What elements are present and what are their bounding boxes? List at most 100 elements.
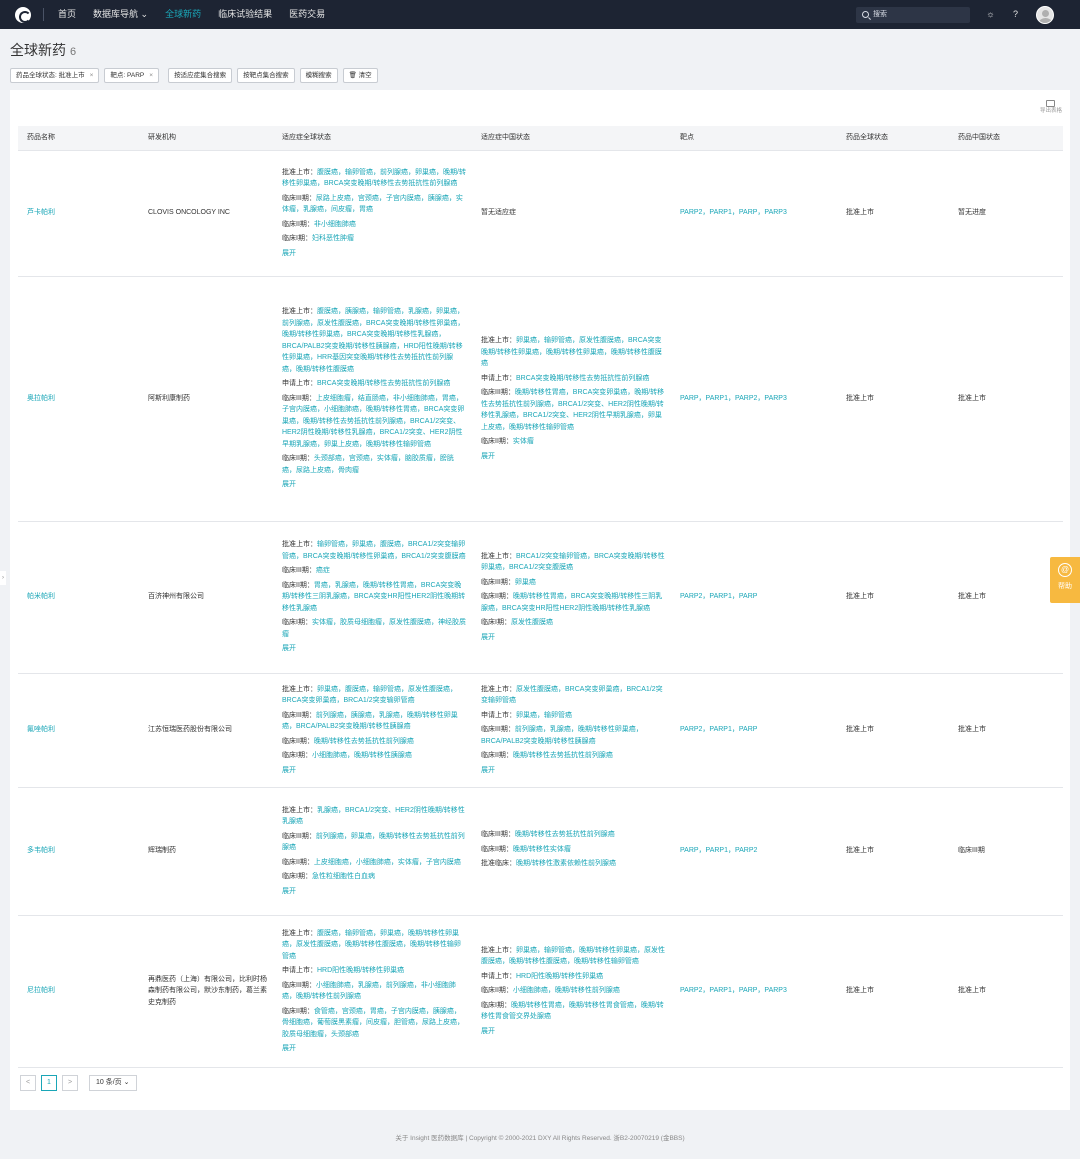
clear-button[interactable]: 🗑 清空 [342,68,378,83]
target-link[interactable]: PARP2，PARP1，PARP，PARP3 [680,209,787,216]
expand-link[interactable]: 展开 [282,886,466,898]
expand-link[interactable]: 展开 [481,1026,665,1038]
close-icon[interactable]: × [90,72,94,79]
expand-link[interactable]: 展开 [282,765,466,777]
indication-link[interactable]: 原发性腹膜癌 [511,619,553,626]
expand-link[interactable]: 展开 [481,451,665,463]
page-title: 全球新药 6 [10,42,1070,60]
indication-link[interactable]: 晚期/转移性激素依赖性前列腺癌 [516,860,616,867]
indication-link[interactable]: BRCA突变晚期/转移性去势抵抗性前列腺癌 [516,375,649,382]
status-line: 临床II期：晚期/转移性胃癌，BRCA突变晚期/转移性三阴乳腺癌，BRCA突变H… [481,591,665,614]
nav-home[interactable]: 首页 [58,9,76,21]
side-collapse-handle[interactable]: › [0,571,6,585]
status-label: 临床II期： [481,438,513,445]
search-input[interactable]: 搜索 [856,6,970,23]
global-status: 批准上市 [846,987,874,995]
filter-chip-global-status[interactable]: 药品全球状态: 批准上市 × [10,68,100,83]
status-line: 临床I期：急性粒细胞性白血病 [282,871,466,883]
export-table-button[interactable]: 导出表格 [1040,100,1062,115]
drug-name-link[interactable]: 芦卡帕利 [27,209,55,216]
indication-link[interactable]: 晚期/转移性去势抵抗性前列腺癌 [513,752,613,759]
column-header[interactable]: 适应症中国状态 [472,126,671,151]
target-link[interactable]: PARP2，PARP1，PARP [680,726,757,733]
indication-link[interactable]: 实体瘤 [513,438,534,445]
expand-link[interactable]: 展开 [282,643,466,655]
status-line: 临床II期：非小细胞肺癌 [282,219,466,231]
status-line: 批准上市：原发性腹膜癌，BRCA突变卵巢癌，BRCA1/2突变输卵管癌 [481,684,665,707]
target-link[interactable]: PARP，PARP1，PARP2，PARP3 [680,395,787,402]
search-by-indication-button[interactable]: 按适应症集合搜索 [168,68,233,83]
table-cell: CLOVIS ONCOLOGY INC [139,150,273,277]
indication-link[interactable]: 急性粒细胞性白血病 [312,873,375,880]
indication-link[interactable]: BRCA突变晚期/转移性去势抵抗性前列腺癌 [317,380,450,387]
top-navbar: 首页 数据库导航 ⌄ 全球新药 临床试验结果 医药交易 搜索 ☼ ? [0,0,1080,29]
search-by-target-button[interactable]: 按靶点集合搜索 [237,68,295,83]
target-link[interactable]: PARP2，PARP1，PARP，PARP3 [680,987,787,994]
indication-link[interactable]: HRD阳性晚期/转移性卵巢癌 [317,967,404,974]
table-cell: 批准上市：卵巢癌，输卵管癌，晚期/转移性卵巢癌，原发性腹膜癌，晚期/转移性腹膜癌… [472,915,671,1068]
indication-link[interactable]: 卵巢癌，输卵管癌 [516,712,572,719]
status-line: 批准临床：晚期/转移性激素依赖性前列腺癌 [481,858,665,870]
nav-global-drugs[interactable]: 全球新药 [165,9,201,21]
target-link[interactable]: PARP，PARP1，PARP2 [680,847,757,854]
indication-link[interactable]: 癌症 [316,567,330,574]
indication-link[interactable]: 小细胞肺癌，晚期/转移性前列腺癌 [513,987,620,994]
fuzzy-search-button[interactable]: 模糊搜索 [299,68,338,83]
expand-link[interactable]: 展开 [481,632,665,644]
app-logo-icon[interactable] [15,6,31,23]
indication-link[interactable]: 上皮细胞癌，小细胞肺癌，实体瘤，子宫内膜癌 [314,859,461,866]
status-block: 批准上市：BRCA1/2突变输卵管癌，BRCA突变晚期/转移性卵巢癌，BRCA1… [481,551,665,644]
column-header[interactable]: 研发机构 [139,126,273,151]
table-row: 帕米帕利 百济神州有限公司 批准上市：输卵管癌，卵巢癌，腹膜癌，BRCA1/2突变输… [18,521,1063,674]
table-cell: 批准上市：BRCA1/2突变输卵管癌，BRCA突变晚期/转移性卵巢癌，BRCA1… [472,521,671,674]
column-header[interactable]: 适应症全球状态 [273,126,472,151]
drug-name-link[interactable]: 尼拉帕利 [27,987,55,994]
indication-link[interactable]: 小细胞肺癌，晚期/转移性胰腺癌 [312,752,412,759]
column-header[interactable]: 药品全球状态 [837,126,949,151]
status-label: 临床III期： [481,578,515,586]
indication-link[interactable]: 上皮细胞瘤，结直肠癌，非小细胞肺癌，胃癌，子宫内膜癌，小细胞肺癌，晚期/转移性胃… [282,395,464,448]
expand-link[interactable]: 展开 [282,479,466,491]
indication-link[interactable]: 腹膜癌，胰腺癌，输卵管癌，乳腺癌，卵巢癌，前列腺癌，原发性腹膜癌，BRCA突变晚… [282,308,464,373]
status-label: 临床III期： [282,194,316,202]
column-header[interactable]: 药品名称 [18,126,139,151]
status-label: 临床II期： [481,845,513,853]
close-icon[interactable]: × [149,72,153,79]
page-number-button[interactable]: 1 [41,1075,57,1091]
table-cell: 批准上市：卵巢癌，输卵管癌，原发性腹膜癌，BRCA突变晚期/转移性卵巢癌，晚期/… [472,276,671,522]
help-button[interactable]: @ 帮助 [1050,557,1080,603]
drug-name-link[interactable]: 奥拉帕利 [27,395,55,402]
nav-pharma-deals[interactable]: 医药交易 [289,9,325,21]
nav-database[interactable]: 数据库导航 ⌄ [93,9,148,21]
indication-link[interactable]: 晚期/转移性去势抵抗性前列腺癌 [314,738,414,745]
prev-page-button[interactable]: < [20,1075,36,1091]
filter-chip-target[interactable]: 靶点: PARP × [104,68,160,83]
status-line: 批准上市：卵巢癌，输卵管癌，原发性腹膜癌，BRCA突变晚期/转移性卵巢癌，晚期/… [481,335,665,370]
expand-link[interactable]: 展开 [282,1043,466,1055]
page-size-select[interactable]: 10 条/页 ⌄ [89,1075,137,1091]
table-cell: 暂无进度 [949,150,1063,277]
drug-name-link[interactable]: 多韦帕利 [27,847,55,854]
status-block: 批准上市：输卵管癌，卵巢癌，腹膜癌，BRCA1/2突变输卵管癌，BRCA突变晚期… [282,539,466,655]
avatar[interactable] [1036,5,1054,24]
column-header[interactable]: 药品中国状态 [949,126,1063,151]
help-circle-icon[interactable]: ? [1011,10,1020,19]
column-header[interactable]: 靶点 [671,126,837,151]
indication-link[interactable]: 妇科恶性肿瘤 [312,235,354,242]
target-link[interactable]: PARP2，PARP1，PARP [680,593,757,600]
drug-name-link[interactable]: 帕米帕利 [27,593,55,600]
lightbulb-icon[interactable]: ☼ [986,10,995,19]
nav-clinical-results[interactable]: 临床试验结果 [218,9,272,21]
developer-org: 江苏恒瑞医药股份有限公司 [148,726,232,734]
indication-link[interactable]: 晚期/转移性去势抵抗性前列腺癌 [515,831,615,838]
indication-link[interactable]: HRD阳性晚期/转移性卵巢癌 [516,973,603,980]
expand-link[interactable]: 展开 [282,248,466,260]
chevron-down-icon: ⌄ [140,8,149,19]
expand-link[interactable]: 展开 [481,765,665,777]
next-page-button[interactable]: > [62,1075,78,1091]
drug-name-link[interactable]: 氟唑帕利 [27,726,55,733]
status-label: 批准上市： [282,806,317,814]
indication-link[interactable]: 晚期/转移性实体瘤 [513,846,571,853]
indication-link[interactable]: 非小细胞肺癌 [314,221,356,228]
indication-link[interactable]: 卵巢癌 [515,579,536,586]
